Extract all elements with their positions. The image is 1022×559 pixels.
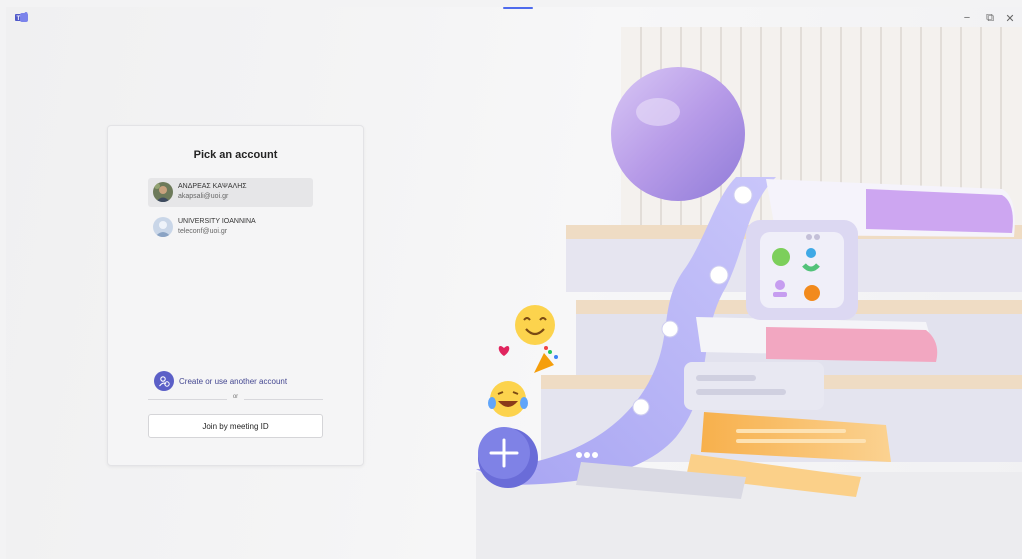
create-account-link[interactable]: Create or use another account — [154, 371, 287, 391]
account-name: UNIVERSITY IOANNINA — [178, 218, 256, 225]
account-email: akapsali@uoi.gr — [178, 193, 229, 200]
teams-window: T − ⧉ ✕ Pick an account ΑΝΔΡΕΑΣ ΚΑΨΑΛΗΣ … — [6, 7, 1022, 559]
or-label: or — [232, 394, 239, 400]
purple-sphere — [611, 67, 745, 201]
account-picker-panel: Pick an account ΑΝΔΡΕΑΣ ΚΑΨΑΛΗΣ akapsali… — [107, 125, 364, 466]
person-placeholder-icon — [153, 217, 173, 237]
add-person-icon — [154, 371, 174, 391]
avatar — [153, 182, 173, 202]
join-by-meeting-id-button[interactable]: Join by meeting ID — [148, 414, 323, 438]
teams-logo-icon: T — [15, 12, 28, 22]
avatar — [153, 217, 173, 237]
person-photo-icon — [153, 182, 173, 202]
teams-welcome-illustration — [476, 27, 1022, 559]
laughing-emoji-icon — [488, 381, 528, 417]
account-name: ΑΝΔΡΕΑΣ ΚΑΨΑΛΗΣ — [178, 183, 247, 190]
heart-icon — [498, 346, 510, 356]
svg-text:T: T — [17, 16, 21, 22]
create-account-label: Create or use another account — [179, 376, 288, 386]
account-item-akapsali[interactable]: ΑΝΔΡΕΑΣ ΚΑΨΑΛΗΣ akapsali@uoi.gr — [148, 178, 313, 207]
divider-right — [244, 399, 323, 400]
smile-emoji-icon — [515, 305, 555, 345]
account-email: teleconf@uoi.gr — [178, 228, 228, 235]
account-item-teleconf[interactable]: UNIVERSITY IOANNINA teleconf@uoi.gr — [148, 213, 313, 242]
divider-left — [148, 399, 227, 400]
party-popper-icon — [534, 346, 558, 373]
panel-title: Pick an account — [193, 149, 278, 161]
